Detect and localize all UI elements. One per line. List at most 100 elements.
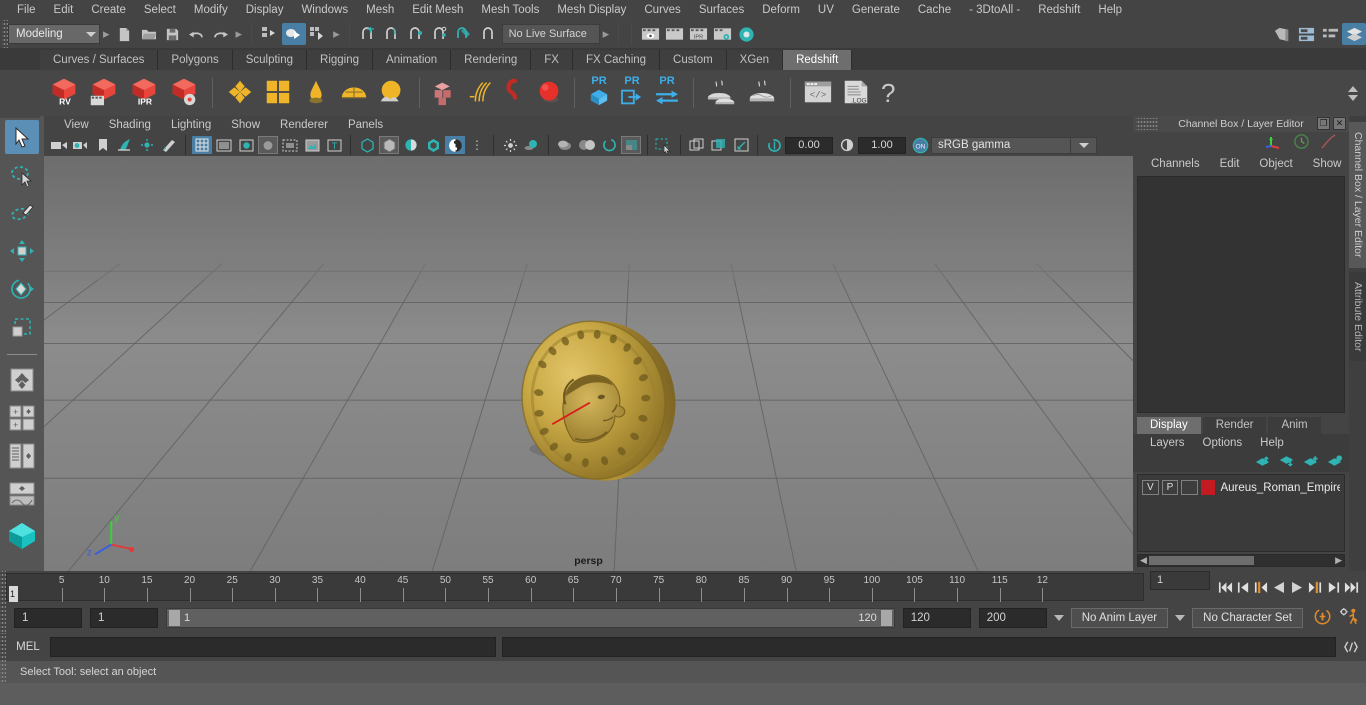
shelf-tab-sculpting[interactable]: Sculpting [232, 50, 308, 70]
xray-active-components-icon[interactable] [401, 136, 421, 154]
move-layer-down-icon[interactable] [1278, 454, 1295, 471]
shelf-button-redshift-ipr[interactable]: IPR [127, 75, 161, 112]
viewport-menu-lighting[interactable]: Lighting [161, 119, 221, 131]
range-slider[interactable]: 1 120 [166, 608, 895, 628]
shelf-button-log[interactable]: .LOG [841, 78, 871, 109]
flat-shade-icon[interactable] [258, 136, 278, 154]
range-end-field[interactable]: 120 [902, 608, 971, 628]
lasso-tool-button[interactable] [5, 158, 39, 192]
menu-mesh-display[interactable]: Mesh Display [548, 0, 635, 20]
exposure-field[interactable]: 0.00 [785, 136, 833, 154]
tab-channel-box-layer-editor[interactable]: Channel Box / Layer Editor [1349, 122, 1366, 268]
channel-box-graph-icon[interactable] [1320, 133, 1337, 153]
shelf-button-redshift-render-sequence[interactable] [87, 75, 121, 112]
anim-layer-select[interactable]: No Anim Layer [1070, 608, 1169, 628]
shelf-tab-redshift[interactable]: Redshift [783, 50, 853, 70]
shelf-button-redshift-volume[interactable] [500, 77, 530, 110]
shelf-tab-custom[interactable]: Custom [660, 50, 727, 70]
light-display-icon[interactable] [500, 136, 520, 154]
menu-set-selector[interactable]: Modeling [8, 24, 100, 44]
menu-edit-mesh[interactable]: Edit Mesh [403, 0, 472, 20]
layout-single-perspective-button[interactable] [5, 363, 39, 397]
channel-box-clock-icon[interactable] [1293, 133, 1310, 153]
panel-close-button[interactable]: ✕ [1333, 117, 1346, 130]
layer-list-scrollbar[interactable]: ◀ ▶ [1137, 554, 1345, 567]
shelf-tab-curves-surfaces[interactable]: Curves / Surfaces [40, 50, 159, 70]
menu-cache[interactable]: Cache [909, 0, 960, 20]
select-hierarchy-icon[interactable] [258, 23, 282, 45]
new-scene-icon[interactable] [113, 23, 137, 45]
menu-modify[interactable]: Modify [185, 0, 237, 20]
range-start-field[interactable]: 1 [90, 608, 158, 628]
layer-tab-anim[interactable]: Anim [1268, 417, 1321, 434]
panel-grip[interactable] [1136, 118, 1158, 130]
command-input-field[interactable] [50, 637, 496, 657]
snap-to-point-icon[interactable] [404, 23, 428, 45]
shelf-button-redshift-material-blend[interactable] [263, 77, 293, 110]
tool-settings-toggle-icon[interactable] [1318, 23, 1342, 45]
create-new-layer-icon[interactable] [1302, 454, 1319, 471]
scroll-right-icon[interactable]: ▶ [1335, 555, 1344, 566]
two-d-pan-zoom-icon[interactable] [137, 136, 157, 154]
menu-deform[interactable]: Deform [753, 0, 809, 20]
isolate-select-icon[interactable] [654, 136, 674, 154]
rotate-tool-button[interactable] [5, 272, 39, 306]
shelf-button-redshift-hair[interactable] [466, 77, 496, 110]
bookmark-icon[interactable] [93, 136, 113, 154]
redo-icon[interactable] [209, 23, 233, 45]
shelf-tab-animation[interactable]: Animation [373, 50, 452, 70]
shelf-button-redshift-proxy[interactable] [431, 77, 461, 110]
menu-windows[interactable]: Windows [292, 0, 357, 20]
shelf-tab-xgen[interactable]: XGen [726, 50, 784, 70]
animation-start-field[interactable]: 1 [14, 608, 82, 628]
go-to-start-button[interactable] [1216, 577, 1234, 597]
snap-to-curve-icon[interactable] [380, 23, 404, 45]
range-slider-grip[interactable] [0, 603, 6, 633]
use-default-material-icon[interactable]: T [324, 136, 344, 154]
viewport-menu-show[interactable]: Show [221, 119, 270, 131]
viewport-more-icon[interactable]: ⋮ [467, 136, 487, 154]
range-end-handle[interactable] [880, 610, 892, 626]
menu-3dtoall[interactable]: - 3DtoAll - [960, 0, 1029, 20]
status-section-collapse-2[interactable]: ▸ [233, 26, 246, 42]
texture-copy-icon[interactable] [687, 136, 707, 154]
layer-visibility-toggle[interactable]: V [1142, 480, 1159, 495]
smooth-shade-all-icon[interactable] [214, 136, 234, 154]
layer-playback-toggle[interactable]: P [1161, 480, 1179, 495]
gamma-reset-icon[interactable] [837, 136, 857, 154]
textured-icon[interactable] [302, 136, 322, 154]
open-scene-icon[interactable] [137, 23, 161, 45]
time-slider[interactable]: 1 5 10 15 20 25 30 35 40 45 50 55 60 65 70 75 80 85 90 95 1… [6, 573, 1144, 602]
scrollbar-thumb[interactable] [1148, 556, 1254, 565]
current-frame-field[interactable]: 1 [1150, 571, 1210, 590]
image-plane-icon[interactable] [115, 136, 135, 154]
color-management-toggle[interactable]: ON [910, 136, 930, 154]
shaded-wireframe-icon[interactable] [280, 136, 300, 154]
viewport-menu-view[interactable]: View [54, 119, 99, 131]
shelf-button-bake[interactable] [746, 78, 778, 109]
layout-outliner-persp-button[interactable] [5, 439, 39, 473]
scroll-down-icon[interactable] [1348, 94, 1358, 101]
camera-attributes-icon[interactable] [71, 136, 91, 154]
shelf-button-redshift-sphere-light[interactable] [534, 77, 564, 110]
shelf-button-script-editor[interactable]: </> [803, 78, 833, 109]
snap-to-view-plane-icon[interactable] [452, 23, 476, 45]
panel-undock-button[interactable]: ❐ [1317, 117, 1330, 130]
channel-box-menu-object[interactable]: Object [1249, 158, 1302, 170]
script-editor-button[interactable] [1340, 636, 1362, 658]
ambient-occlusion-icon[interactable] [621, 136, 641, 154]
select-tool-button[interactable] [5, 120, 39, 154]
attribute-editor-toggle-icon[interactable] [1294, 23, 1318, 45]
shelf-button-proxy-export[interactable]: PR [588, 76, 610, 110]
shelf-button-redshift-render-settings[interactable] [167, 75, 201, 112]
render-settings-icon[interactable] [710, 23, 734, 45]
layer-menu-options[interactable]: Options [1194, 437, 1252, 449]
view-transform-caret[interactable] [1071, 136, 1097, 154]
viewport-menu-shading[interactable]: Shading [99, 119, 161, 131]
xray-icon[interactable] [357, 136, 377, 154]
status-section-collapse-1[interactable]: ▸ [100, 26, 113, 42]
wireframe-shading-icon[interactable] [192, 136, 212, 154]
layer-row[interactable]: V P Aureus_Roman_Empire [1142, 479, 1340, 496]
smooth-shade-selected-icon[interactable] [236, 136, 256, 154]
channel-box-menu-show[interactable]: Show [1303, 158, 1352, 170]
